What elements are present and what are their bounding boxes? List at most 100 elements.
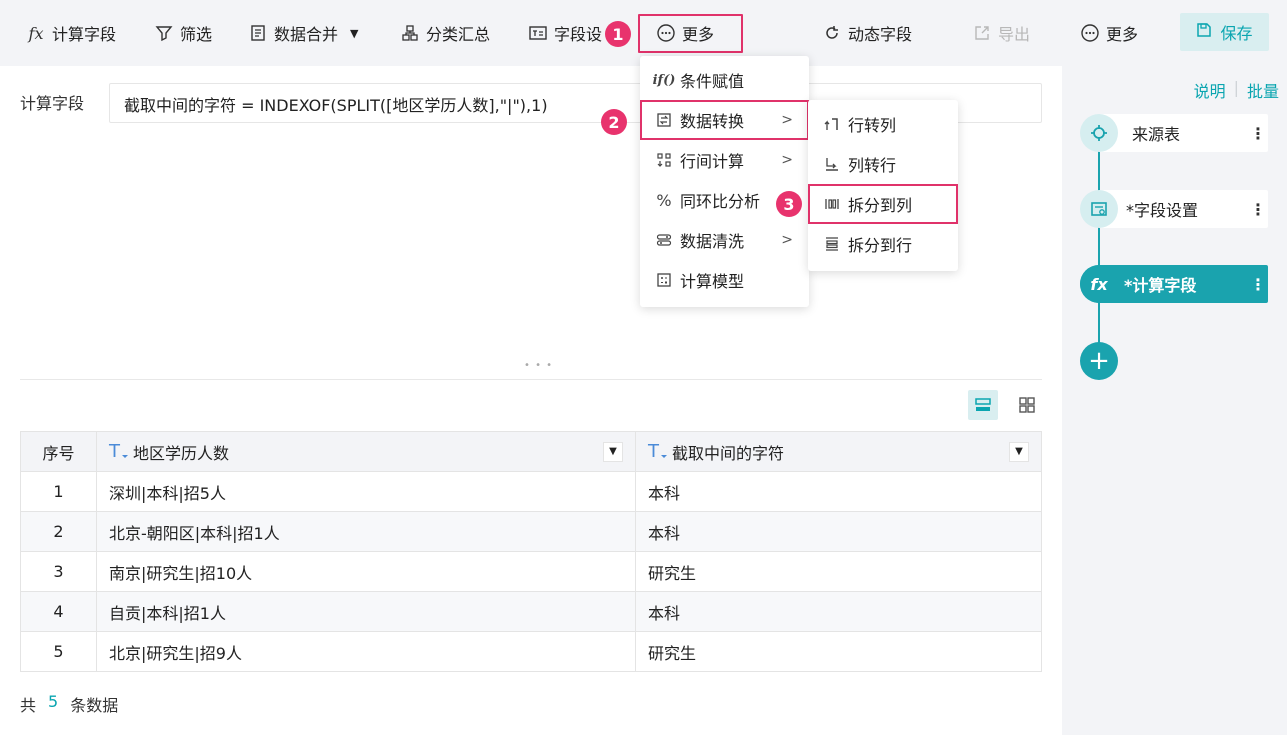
menu-item-conditional-assign[interactable]: if() 条件赋值 <box>640 60 809 100</box>
row-count-prefix: 共 <box>20 696 37 715</box>
cell-extract: 本科 <box>635 471 1042 512</box>
cell-region: 深圳|本科|招5人 <box>96 471 636 512</box>
more-label: 更多 <box>1106 25 1139 44</box>
table-row: 2 北京-朝阳区|本科|招1人 本科 <box>20 511 1042 552</box>
table-row: 4 自贡|本科|招1人 本科 <box>20 591 1042 632</box>
grid-view-icon <box>1019 397 1035 413</box>
group-summary-label: 分类汇总 <box>426 25 491 44</box>
menu-item-data-cleaning[interactable]: 数据清洗 > <box>640 220 809 260</box>
step-1-highlight <box>638 14 743 53</box>
panel-links: 说明 | 批量 <box>1194 78 1279 102</box>
cell-index: 5 <box>20 631 97 672</box>
export-icon <box>972 23 992 43</box>
if-icon: if() <box>652 72 676 88</box>
row-view-icon <box>975 398 991 411</box>
export-button[interactable]: 导出 <box>972 18 1030 48</box>
formula-label: 计算字段 <box>20 94 85 113</box>
row-calc-icon <box>654 150 674 170</box>
link-separator: | <box>1233 78 1239 97</box>
more-dropdown-menu: if() 条件赋值 数据转换 > 行间计算 > % 同环比分析 数据清洗 > 计… <box>640 56 809 307</box>
submenu-item-label: 行转列 <box>848 116 897 135</box>
percent-icon: % <box>656 190 672 210</box>
submenu-item-split-to-col[interactable]: 拆分到列 <box>808 184 958 224</box>
filter-icon <box>154 23 174 43</box>
cell-region: 北京|研究生|招9人 <box>96 631 636 672</box>
fx-icon: fx <box>1080 265 1118 303</box>
menu-item-data-transform[interactable]: 数据转换 > <box>640 100 809 140</box>
row-count: 共 5 条数据 <box>20 692 118 716</box>
flow-connector <box>1098 150 1100 360</box>
refresh-icon <box>822 23 842 43</box>
row-to-col-icon <box>822 114 842 134</box>
text-type-icon: T <box>109 441 128 462</box>
column-menu-button[interactable]: ▼ <box>603 441 623 462</box>
column-menu-button[interactable]: ▼ <box>1009 441 1029 462</box>
more-button[interactable]: 更多 <box>1080 18 1138 48</box>
step-badge-2: 2 <box>601 109 627 135</box>
flow-node-calc-field[interactable]: fx *计算字段 ⋮ <box>1080 265 1268 303</box>
col-header-region[interactable]: T 地区学历人数 ▼ <box>96 431 636 472</box>
field-settings-button[interactable]: 字段设 <box>528 18 602 48</box>
menu-item-label: 行间计算 <box>680 152 745 171</box>
save-icon <box>1196 22 1212 42</box>
tree-icon <box>400 23 420 43</box>
save-button[interactable]: 保存 <box>1180 13 1269 51</box>
col-header-extract[interactable]: T 截取中间的字符 ▼ <box>635 431 1042 472</box>
menu-item-calc-model[interactable]: 计算模型 <box>640 260 809 300</box>
model-icon <box>654 270 674 290</box>
submenu-item-split-to-row[interactable]: 拆分到行 <box>808 224 958 264</box>
merge-label: 数据合并 <box>274 25 339 44</box>
table-row: 5 北京|研究生|招9人 研究生 <box>20 631 1042 672</box>
add-step-button[interactable]: + <box>1080 342 1118 380</box>
flow-node-field-settings[interactable]: *字段设置 ⋮ <box>1080 190 1268 228</box>
submenu-item-label: 拆分到行 <box>848 236 913 255</box>
kebab-menu-icon[interactable]: ⋮ <box>1248 200 1268 219</box>
merge-button[interactable]: 数据合并 ▼ <box>248 18 358 48</box>
cell-region: 北京-朝阳区|本科|招1人 <box>96 511 636 552</box>
step-badge-3: 3 <box>776 191 802 217</box>
batch-link[interactable]: 批量 <box>1247 78 1279 102</box>
submenu-item-col-to-row[interactable]: 列转行 <box>808 144 958 184</box>
flow-node-label: *计算字段 <box>1124 276 1197 295</box>
filter-button[interactable]: 筛选 <box>154 18 212 48</box>
chevron-right-icon: > <box>781 112 793 128</box>
flow-node-label: 来源表 <box>1132 125 1181 144</box>
flow-node-label: *字段设置 <box>1126 201 1199 220</box>
table-row: 3 南京|研究生|招10人 研究生 <box>20 551 1042 592</box>
field-settings-icon <box>1080 190 1118 228</box>
flow-node-source[interactable]: 来源表 ⋮ <box>1080 114 1268 152</box>
menu-item-label: 条件赋值 <box>680 72 745 91</box>
cell-index: 3 <box>20 551 97 592</box>
document-icon <box>248 23 268 43</box>
row-view-toggle[interactable] <box>968 390 998 420</box>
chevron-right-icon: > <box>781 232 793 248</box>
calc-field-label: 计算字段 <box>52 25 117 44</box>
col-header-index: 序号 <box>20 431 97 472</box>
row-count-number: 5 <box>48 692 59 711</box>
grid-view-toggle[interactable] <box>1012 390 1042 420</box>
calc-field-button[interactable]: fx 计算字段 <box>26 18 117 48</box>
submenu-item-row-to-col[interactable]: 行转列 <box>808 104 958 144</box>
menu-item-label: 计算模型 <box>680 272 745 291</box>
resize-handle[interactable]: • • • <box>524 360 553 371</box>
table-header-row: 序号 T 地区学历人数 ▼ T 截取中间的字符 ▼ <box>20 431 1042 472</box>
cell-index: 4 <box>20 591 97 632</box>
group-summary-button[interactable]: 分类汇总 <box>400 18 490 48</box>
transform-submenu: 行转列 列转行 拆分到列 拆分到行 <box>808 100 958 271</box>
row-count-suffix: 条数据 <box>70 696 119 715</box>
submenu-item-label: 拆分到列 <box>848 196 913 215</box>
field-settings-icon <box>528 23 548 43</box>
kebab-menu-icon[interactable]: ⋮ <box>1248 275 1268 294</box>
cell-region: 自贡|本科|招1人 <box>96 591 636 632</box>
help-link[interactable]: 说明 <box>1194 78 1226 102</box>
kebab-menu-icon[interactable]: ⋮ <box>1248 124 1268 143</box>
clean-icon <box>654 230 674 250</box>
menu-item-row-calc[interactable]: 行间计算 > <box>640 140 809 180</box>
menu-item-label: 数据清洗 <box>680 232 745 251</box>
chevron-right-icon: > <box>781 152 793 168</box>
dynamic-field-button[interactable]: 动态字段 <box>822 18 912 48</box>
caret-down-icon: ▼ <box>350 26 359 40</box>
cell-index: 2 <box>20 511 97 552</box>
cell-extract: 研究生 <box>635 551 1042 592</box>
cell-extract: 本科 <box>635 511 1042 552</box>
